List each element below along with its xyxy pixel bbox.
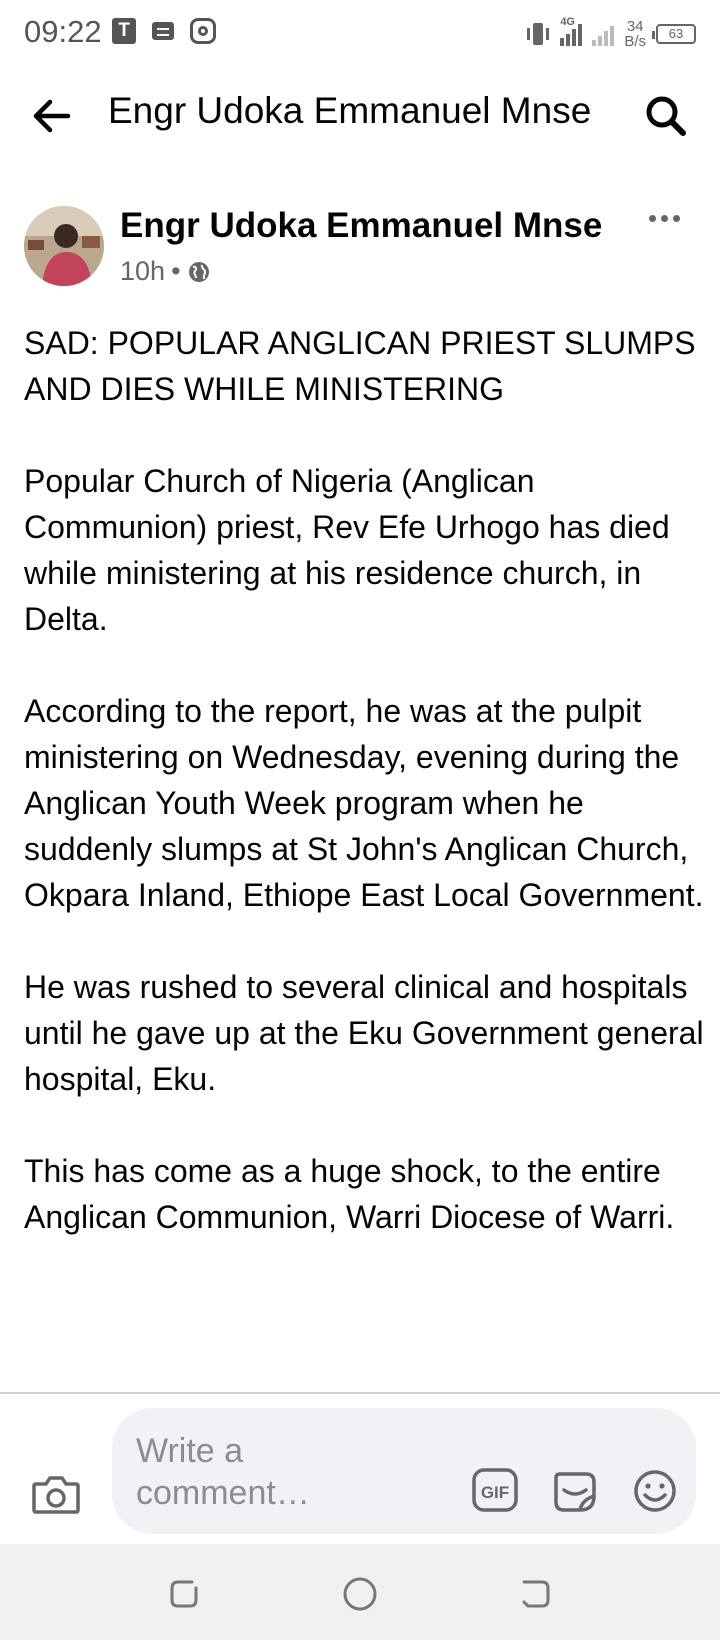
system-nav-bar <box>0 1544 720 1640</box>
network-type-label: 4G <box>560 16 575 28</box>
post-time[interactable]: 10h <box>120 256 165 287</box>
top-app-bar: Engr Udoka Emmanuel Mnse <box>0 66 720 166</box>
status-time: 09:22 <box>24 14 102 49</box>
comment-bar: Write a comment… GIF <box>0 1392 720 1544</box>
post-body: SAD: POPULAR ANGLICAN PRIEST SLUMPS AND … <box>24 320 704 1392</box>
gif-icon[interactable]: GIF <box>472 1468 518 1512</box>
camera-icon[interactable] <box>30 1470 82 1518</box>
vibrate-icon <box>526 22 550 46</box>
status-bar: 09:22 T 4G 34 B/s 63 <box>0 0 720 66</box>
post-paragraph: According to the report, he was at the p… <box>24 693 704 913</box>
more-options-icon[interactable] <box>644 206 684 230</box>
post-paragraph: Popular Church of Nigeria (Anglican Comm… <box>24 463 670 637</box>
emoji-icon[interactable] <box>632 1468 678 1514</box>
signal-icon: 4G <box>560 16 583 46</box>
network-speed-value: 34 <box>626 18 644 35</box>
back-arrow-icon[interactable] <box>26 90 78 142</box>
network-speed: 34 B/s <box>624 19 646 49</box>
page-title: Engr Udoka Emmanuel Mnse <box>108 90 592 131</box>
battery-icon: 63 <box>652 24 696 44</box>
comment-input[interactable]: Write a comment… GIF <box>112 1408 696 1534</box>
back-nav-icon[interactable] <box>516 1574 556 1614</box>
post-author-name[interactable]: Engr Udoka Emmanuel Mnse <box>120 206 602 246</box>
message-notification-icon <box>152 22 174 40</box>
gif-label: GIF <box>481 1483 509 1502</box>
instagram-notification-icon <box>190 18 216 44</box>
globe-icon <box>187 260 211 284</box>
network-speed-unit: B/s <box>624 33 646 50</box>
signal-icon-secondary <box>592 22 615 46</box>
meta-separator: • <box>171 256 181 286</box>
status-indicators: 4G 34 B/s 63 <box>526 14 696 54</box>
sticker-icon[interactable] <box>552 1468 598 1514</box>
post-paragraph: This has come as a huge shock, to the en… <box>24 1153 675 1235</box>
post-header: Engr Udoka Emmanuel Mnse 10h • <box>0 196 720 296</box>
comment-placeholder[interactable]: Write a comment… <box>136 1430 396 1514</box>
avatar[interactable] <box>24 206 104 286</box>
recent-apps-icon[interactable] <box>164 1574 204 1614</box>
post-paragraph: SAD: POPULAR ANGLICAN PRIEST SLUMPS AND … <box>24 325 696 407</box>
post-paragraph: He was rushed to several clinical and ho… <box>24 969 704 1097</box>
post-meta: 10h • <box>120 256 211 287</box>
home-icon[interactable] <box>340 1574 380 1614</box>
notification-t-icon: T <box>112 18 136 44</box>
search-icon[interactable] <box>640 90 692 142</box>
